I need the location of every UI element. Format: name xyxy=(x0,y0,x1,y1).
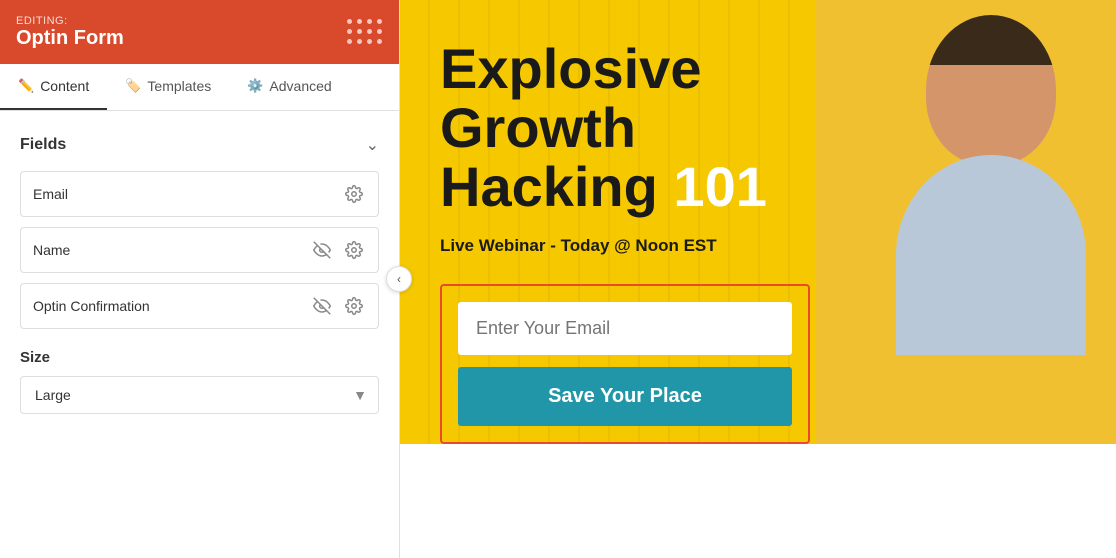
right-preview: Explosive Growth Hacking 101 Live Webina… xyxy=(400,0,1116,444)
gear-icon-name[interactable] xyxy=(342,238,366,262)
headline: Explosive Growth Hacking 101 xyxy=(440,40,1076,216)
headline-number: 101 xyxy=(673,155,766,218)
panel-header: EDITING: Optin Form xyxy=(0,0,399,64)
fields-chevron-icon[interactable]: ⌄ xyxy=(366,135,379,155)
optin-form-area: Save Your Place xyxy=(440,284,810,444)
tab-content-label: Content xyxy=(40,78,89,94)
left-panel: EDITING: Optin Form ✏️ Content 🏷️ Templa… xyxy=(0,0,400,558)
field-row-email: Email xyxy=(20,171,379,217)
gear-icon-email[interactable] xyxy=(342,182,366,206)
eye-off-icon-optin[interactable] xyxy=(310,294,334,318)
field-row-optin: Optin Confirmation xyxy=(20,283,379,329)
templates-icon: 🏷️ xyxy=(125,78,141,94)
field-label-name: Name xyxy=(33,242,310,258)
headline-line2: Growth xyxy=(440,96,636,159)
advanced-icon: ⚙️ xyxy=(247,78,263,94)
fields-section-header: Fields ⌄ xyxy=(20,135,379,155)
tab-templates-label: Templates xyxy=(147,78,211,94)
headline-line1: Explosive xyxy=(440,37,701,100)
panel-header-left: EDITING: Optin Form xyxy=(16,15,124,50)
headline-line3: Hacking xyxy=(440,155,658,218)
tab-advanced-label: Advanced xyxy=(269,78,331,94)
panel-title: Optin Form xyxy=(16,27,124,50)
gear-icon-optin[interactable] xyxy=(342,294,366,318)
size-label: Size xyxy=(20,349,379,366)
eye-off-icon-name[interactable] xyxy=(310,238,334,262)
tab-advanced[interactable]: ⚙️ Advanced xyxy=(229,64,349,110)
size-select-wrapper: Small Medium Large Extra Large ▼ xyxy=(20,376,379,414)
tab-content[interactable]: ✏️ Content xyxy=(0,64,107,110)
field-label-email: Email xyxy=(33,186,342,202)
dots-grid-icon[interactable] xyxy=(347,19,383,45)
field-label-optin: Optin Confirmation xyxy=(33,298,310,314)
size-section: Size Small Medium Large Extra Large ▼ xyxy=(20,349,379,414)
fields-title: Fields xyxy=(20,136,66,154)
size-select[interactable]: Small Medium Large Extra Large xyxy=(20,376,379,414)
field-row-name: Name xyxy=(20,227,379,273)
field-actions-name xyxy=(310,238,366,262)
panel-content: Fields ⌄ Email Name xyxy=(0,111,399,558)
subheadline: Live Webinar - Today @ Noon EST xyxy=(440,236,1076,256)
tab-templates[interactable]: 🏷️ Templates xyxy=(107,64,229,110)
editing-label: EDITING: xyxy=(16,15,124,27)
field-actions-optin xyxy=(310,294,366,318)
field-actions-email xyxy=(342,182,366,206)
cta-button[interactable]: Save Your Place xyxy=(458,367,792,426)
preview-wrapper: ‹ Explosive Growth Hacking 101 Live Webi… xyxy=(400,0,1116,558)
content-icon: ✏️ xyxy=(18,78,34,94)
tabs-bar: ✏️ Content 🏷️ Templates ⚙️ Advanced xyxy=(0,64,399,111)
email-input[interactable] xyxy=(458,302,792,355)
preview-content: Explosive Growth Hacking 101 Live Webina… xyxy=(400,0,1116,444)
collapse-panel-button[interactable]: ‹ xyxy=(386,266,412,292)
